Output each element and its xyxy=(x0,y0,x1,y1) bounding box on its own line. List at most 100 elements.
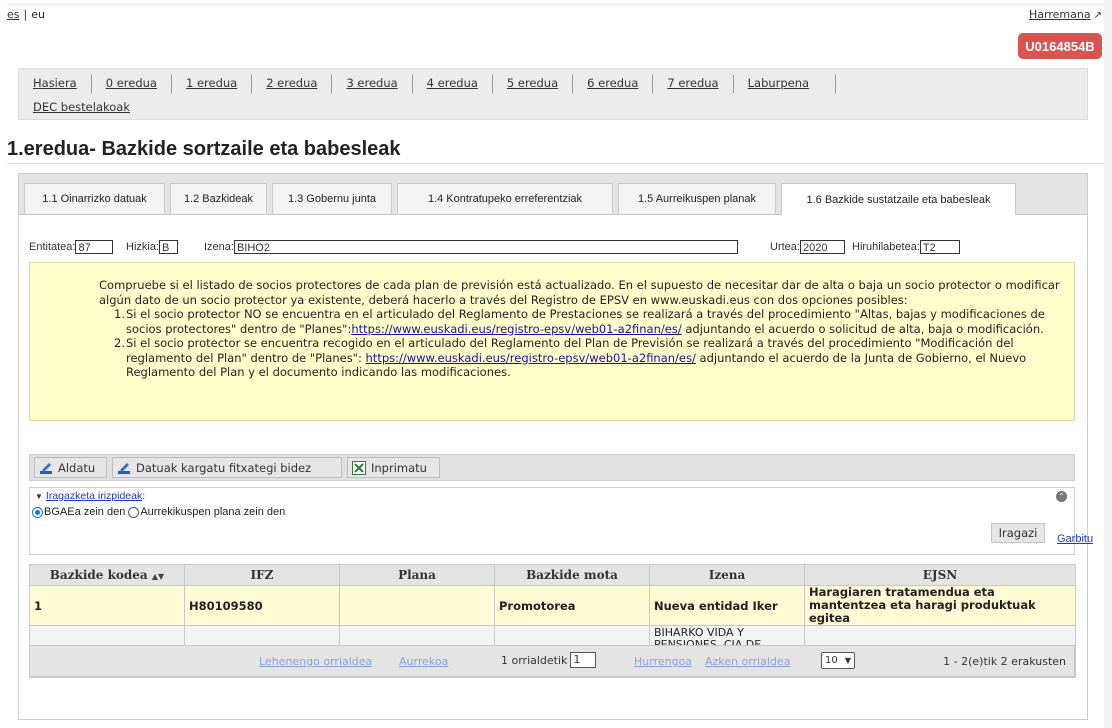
izena-field: Izena: BIHO2 xyxy=(204,240,738,254)
column-header-bazkide-mota[interactable]: Bazkide mota xyxy=(494,564,650,586)
tab-kontratupeko-erreferentziak[interactable]: 1.4 Kontratupeko erreferentziak xyxy=(397,183,613,214)
page-scrollbar[interactable] xyxy=(1104,0,1112,728)
external-link-icon: ↗ xyxy=(1093,10,1102,21)
urtea-field: Urtea: 2020 xyxy=(770,240,845,254)
grid-toolbar: Aldatu Datuak kargatu fitxategi bidez In… xyxy=(29,454,1075,481)
edit-label: Aldatu xyxy=(58,460,96,475)
column-header-izena[interactable]: Izena xyxy=(649,564,805,586)
print-button[interactable]: Inprimatu xyxy=(347,457,440,478)
registry-link[interactable]: https://www.euskadi.eus/registro-epsv/we… xyxy=(366,351,696,365)
load-file-button[interactable]: Datuak kargatu fitxategi bidez xyxy=(112,457,342,478)
page-indicator: 1 orrialdetik 1 xyxy=(501,652,597,668)
registry-link[interactable]: https://www.euskadi.eus/registro-epsv/we… xyxy=(351,322,681,336)
nav-row-2: DEC bestelakoak xyxy=(19,99,144,117)
print-label: Inprimatu xyxy=(371,460,427,475)
nav-item-laburpena[interactable]: Laburpena xyxy=(734,75,837,93)
nav-link[interactable]: 4 eredua xyxy=(427,76,478,90)
edit-icon xyxy=(40,462,52,474)
radio-plan[interactable] xyxy=(128,506,140,518)
table-cell: H80109580 xyxy=(184,585,340,626)
caret-down-icon: ▼ xyxy=(35,492,43,501)
table-row[interactable]: 1 H80109580 Promotorea Nueva entidad Ike… xyxy=(29,585,1076,626)
contact-label[interactable]: Harremana xyxy=(1029,8,1091,21)
urtea-label: Urtea: xyxy=(770,240,800,253)
tab-gobernu-junta[interactable]: 1.3 Gobernu junta xyxy=(272,183,392,214)
tab-bazkideak[interactable]: 1.2 Bazkideak xyxy=(170,183,267,214)
nav-link[interactable]: 1 eredua xyxy=(186,76,237,90)
page-input[interactable]: 1 xyxy=(570,652,597,668)
notice-item-number: 1. xyxy=(114,307,125,321)
entitatea-value: 87 xyxy=(75,240,114,254)
notice-item-number: 2. xyxy=(114,336,125,350)
top-divider xyxy=(7,4,1105,5)
nav-link[interactable]: 6 eredua xyxy=(587,76,638,90)
filter-clear-link[interactable]: Garbitu xyxy=(1057,533,1093,545)
page-size-select[interactable]: 10 ▼ xyxy=(821,652,855,669)
filter-title-link[interactable]: Iragazketa irizpideak xyxy=(46,490,142,502)
tab-oinarrizko-datuak[interactable]: 1.1 Oinarrizko datuak xyxy=(24,183,165,214)
record-count: 1 - 2(e)tik 2 erakusten xyxy=(943,655,1066,668)
column-header-plana[interactable]: Plana xyxy=(339,564,495,586)
notice-list: 1. Si el socio protector NO se encuentra… xyxy=(114,307,1066,380)
filter-title-colon: : xyxy=(142,490,146,502)
page-size-value: 10 xyxy=(825,655,838,666)
nav-item-eredua-5[interactable]: 5 eredua xyxy=(493,75,574,93)
language-eu-current: eu xyxy=(31,8,45,21)
izena-label: Izena: xyxy=(204,240,234,253)
radio-bgae[interactable] xyxy=(32,506,43,518)
prev-page-link[interactable]: Aurrekoa xyxy=(399,655,448,668)
collapse-icon[interactable]: ⌃ xyxy=(1056,491,1067,502)
nav-link[interactable]: Laburpena xyxy=(748,76,809,90)
main-navigation: Hasiera 0 eredua 1 eredua 2 eredua 3 ere… xyxy=(18,68,1088,120)
column-header-ejsn[interactable]: EJSN xyxy=(804,564,1076,586)
nav-item-eredua-2[interactable]: 2 eredua xyxy=(252,75,333,93)
nav-item-dec-bestelakoak[interactable]: DEC bestelakoak xyxy=(19,99,144,117)
nav-item-eredua-7[interactable]: 7 eredua xyxy=(653,75,734,93)
tab-aurreikuspen-planak[interactable]: 1.5 Aurreikuspen planak xyxy=(618,183,776,214)
urtea-value: 2020 xyxy=(799,240,845,254)
table-cell: Nueva entidad Iker xyxy=(649,585,805,626)
filter-panel: ▼ Iragazketa irizpideak: ⌃ BGAEa zein den… xyxy=(29,487,1093,555)
table-cell xyxy=(339,585,495,626)
next-page-link[interactable]: Hurrengoa xyxy=(634,655,692,668)
nav-row-1: Hasiera 0 eredua 1 eredua 2 eredua 3 ere… xyxy=(19,75,837,93)
page-title: 1.eredua- Bazkide sortzaile eta babeslea… xyxy=(7,138,401,160)
nav-link[interactable]: 2 eredua xyxy=(266,76,317,90)
notice-intro: Compruebe si el listado de socios protec… xyxy=(99,278,1060,307)
hiruhilabetea-value: T2 xyxy=(919,240,960,254)
sort-icon[interactable]: ▲▼ xyxy=(152,571,164,581)
nav-link[interactable]: 3 eredua xyxy=(346,76,397,90)
entitatea-label: Entitatea: xyxy=(29,240,76,253)
nav-item-eredua-1[interactable]: 1 eredua xyxy=(172,75,253,93)
nav-item-eredua-3[interactable]: 3 eredua xyxy=(332,75,413,93)
table-header-row: Bazkide kodea ▲▼ IFZ Plana Bazkide mota … xyxy=(29,564,1076,586)
notice-item-text: adjuntando el acuerdo o solicitud de alt… xyxy=(681,321,1044,336)
nav-link[interactable]: Hasiera xyxy=(33,76,77,90)
hizkia-value: B xyxy=(159,240,179,254)
user-id-badge[interactable]: U0164854B xyxy=(1018,33,1102,59)
filter-header[interactable]: ▼ Iragazketa irizpideak: xyxy=(35,490,145,502)
nav-link[interactable]: 7 eredua xyxy=(667,76,718,90)
filter-options: BGAEa zein den Aurrekikuspen plana zein … xyxy=(32,506,285,518)
edit-button[interactable]: Aldatu xyxy=(34,457,107,478)
nav-item-eredua-6[interactable]: 6 eredua xyxy=(573,75,654,93)
hizkia-field: Hizkia: B xyxy=(126,240,179,254)
tab-bazkide-sustatzaile-babesleak[interactable]: 1.6 Bazkide sustatzaile eta babesleak xyxy=(781,183,1016,215)
table-cell: Haragiaren tratamendua eta mantentzea et… xyxy=(804,585,1076,626)
language-es-link[interactable]: es xyxy=(7,8,20,21)
first-page-link[interactable]: Lehenengo orrialdea xyxy=(259,655,372,668)
nav-link[interactable]: 0 eredua xyxy=(106,76,157,90)
nav-item-hasiera[interactable]: Hasiera xyxy=(19,75,92,93)
nav-link[interactable]: 5 eredua xyxy=(507,76,558,90)
nav-item-eredua-4[interactable]: 4 eredua xyxy=(413,75,493,93)
nav-link[interactable]: DEC bestelakoak xyxy=(33,100,130,114)
title-divider xyxy=(7,163,1105,164)
izena-value: BIHO2 xyxy=(233,240,738,254)
column-header-ifz[interactable]: IFZ xyxy=(184,564,340,586)
contact-link[interactable]: Harremana ↗ xyxy=(1029,8,1102,21)
column-header-bazkide-kodea[interactable]: Bazkide kodea ▲▼ xyxy=(29,564,185,586)
chevron-down-icon: ▼ xyxy=(844,656,851,665)
filter-apply-button[interactable]: Iragazi xyxy=(991,523,1045,543)
nav-item-eredua-0[interactable]: 0 eredua xyxy=(92,75,172,93)
last-page-link[interactable]: Azken orrialdea xyxy=(705,655,790,668)
